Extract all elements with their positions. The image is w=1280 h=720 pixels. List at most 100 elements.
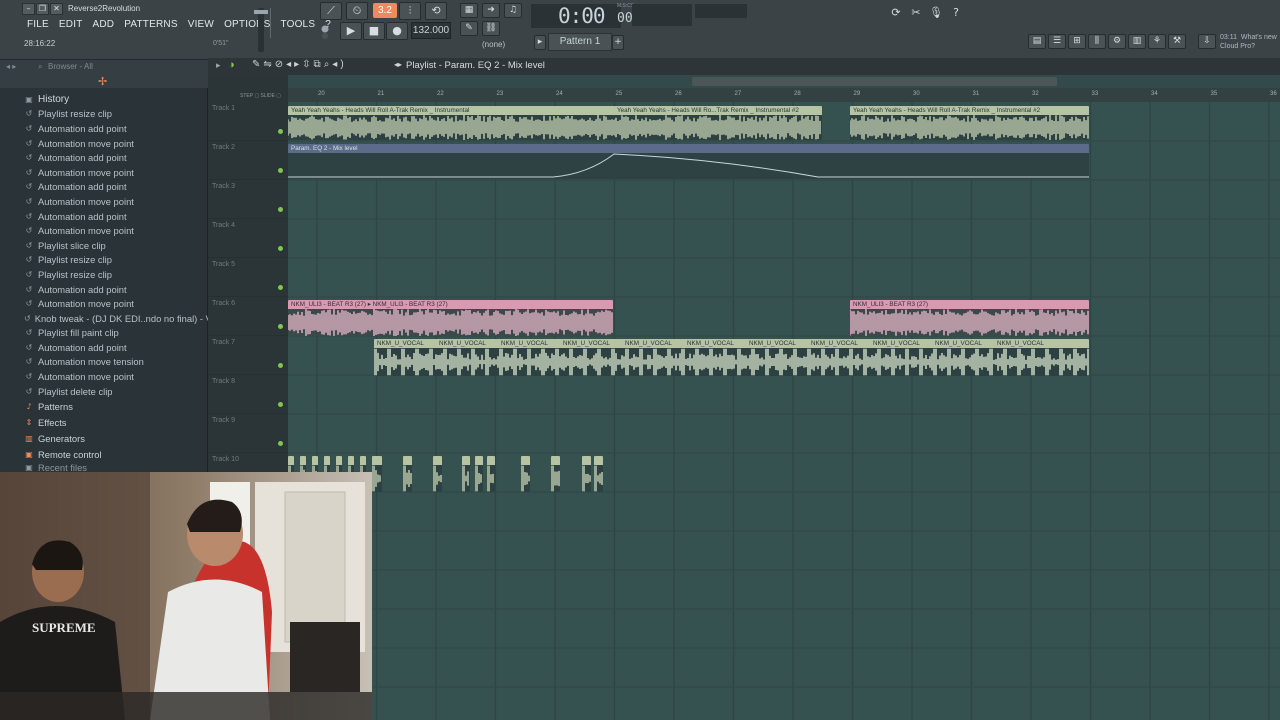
arrow-icon[interactable]: ▸ — [216, 60, 221, 71]
history-item[interactable]: ↺ Playlist resize clip — [0, 107, 208, 122]
snap-selector[interactable]: (none) — [482, 40, 505, 49]
menu-file[interactable]: FILE — [22, 17, 54, 33]
playlist-view-icon[interactable]: ▤ — [1028, 34, 1046, 49]
blend-notes-icon[interactable]: ⫶ — [399, 2, 421, 20]
link-icon[interactable]: ⛓ — [482, 21, 500, 36]
help-icon[interactable]: ? — [945, 5, 967, 23]
track-header[interactable]: Track 6 — [208, 297, 288, 336]
master-volume-slider[interactable] — [258, 8, 264, 52]
short-clip-track10[interactable] — [462, 456, 470, 492]
track-header[interactable]: Track 2 — [208, 141, 288, 180]
track-header[interactable]: Track 5 — [208, 258, 288, 297]
track-header[interactable]: Track 1 — [208, 102, 288, 141]
track-mute-led[interactable] — [278, 168, 283, 173]
browser-folder-generators[interactable]: ▥ Generators — [0, 430, 208, 446]
news-panel[interactable]: 03:11 What's new Cloud Pro? — [1220, 33, 1280, 51]
short-clip-track10[interactable] — [551, 456, 560, 492]
audio-clip-track1-c[interactable]: Yeah Yeah Yeahs - Heads Will Roll A-Trak… — [850, 106, 1089, 140]
menu-tools[interactable]: TOOLS — [275, 17, 320, 33]
audio-clip-track1-b[interactable]: Yeah Yeah Yeahs - Heads Will Ro...Trak R… — [614, 106, 822, 140]
song-time-display[interactable]: 0:00 — [531, 4, 621, 28]
search-icon[interactable]: ⌕ — [38, 62, 42, 72]
recent-files-folder[interactable]: ▣ Recent files — [0, 462, 208, 472]
mixer-icon[interactable]: ⫼ — [1088, 34, 1106, 49]
channel-rack-icon[interactable]: ☰ — [1048, 34, 1066, 49]
track-header[interactable]: Track 7 — [208, 336, 288, 375]
short-clip-track10[interactable] — [521, 456, 530, 492]
restore-icon[interactable]: ❐ — [36, 3, 49, 15]
record-button[interactable]: ● — [386, 22, 408, 40]
metronome-icon[interactable]: ⟋ — [320, 2, 342, 20]
snap-magnet-icon[interactable]: ◑ — [228, 59, 235, 71]
track-mute-led[interactable] — [278, 441, 283, 446]
short-clip-track10[interactable] — [475, 456, 483, 492]
stop-button[interactable]: ■ — [363, 22, 385, 40]
track-header[interactable]: Track 8 — [208, 375, 288, 414]
short-clip-track10[interactable] — [372, 456, 382, 492]
history-item[interactable]: ↺ Automation add point — [0, 180, 208, 195]
wait-record-icon[interactable]: ⏲ — [346, 2, 368, 20]
history-item[interactable]: ↺ Knob tweak - (DJ DK EDI..ndo no final) … — [0, 311, 208, 326]
minimize-icon[interactable]: – — [22, 3, 35, 15]
history-item[interactable]: ↺ Automation add point — [0, 340, 208, 355]
short-clip-track10[interactable] — [594, 456, 603, 492]
plugin-icon[interactable]: ⚙ — [1108, 34, 1126, 49]
browser-folder-patterns[interactable]: ♪ Patterns — [0, 398, 208, 414]
history-item[interactable]: ↺ Automation add point — [0, 150, 208, 165]
short-clip-track10[interactable] — [487, 456, 495, 492]
track-header[interactable]: Track 4 — [208, 219, 288, 258]
history-item[interactable]: ↺ Playlist resize clip — [0, 253, 208, 268]
history-item[interactable]: ↺ Automation move point — [0, 223, 208, 238]
tempo-display[interactable]: 132.000 — [411, 22, 451, 39]
plugin-database-icon[interactable]: ⚘ — [1148, 34, 1166, 49]
history-item[interactable]: ↺ Automation move point — [0, 296, 208, 311]
master-pitch-slider[interactable] — [270, 8, 280, 38]
history-item[interactable]: ↺ Automation move point — [0, 136, 208, 151]
play-button[interactable]: ▶ — [340, 22, 362, 40]
browser-title[interactable]: Browser - All — [48, 62, 93, 71]
pattern-song-toggle[interactable] — [318, 23, 332, 41]
short-clip-track10[interactable] — [582, 456, 591, 492]
menu-edit[interactable]: EDIT — [54, 17, 88, 33]
beat-clip-track6-a[interactable]: NKM_ULI3 - BEAT R3 (27) ▸ NKM_ULI3 - BEA… — [288, 300, 613, 336]
pattern-selector[interactable]: Pattern 1 — [548, 33, 612, 51]
vocal-clip-track7[interactable]: NKM_U_VOCAL NKM_U_VOCAL NKM_U_VOCAL NKM_U_V… — [374, 339, 1089, 376]
browser-folder-remote-control[interactable]: ▣ Remote control — [0, 446, 208, 462]
pencil-icon[interactable]: ✎ — [460, 21, 478, 36]
horizontal-scrollbar[interactable] — [692, 77, 1057, 86]
download-icon[interactable]: ⇩ — [1198, 34, 1216, 49]
menu-patterns[interactable]: PATTERNS — [119, 17, 182, 33]
pattern-prev-icon[interactable]: ▸ — [534, 35, 546, 50]
history-item[interactable]: ↺ Playlist fill paint clip — [0, 326, 208, 341]
menu-options[interactable]: OPTIONS — [219, 17, 275, 33]
menu-view[interactable]: VIEW — [183, 17, 219, 33]
playlist-grid[interactable]: Yeah Yeah Yeahs - Heads Will Roll A-Trak… — [288, 102, 1280, 720]
history-item[interactable]: ↺ Automation move point — [0, 165, 208, 180]
piano-roll-icon[interactable]: ⊞ — [1068, 34, 1086, 49]
snap-icon[interactable]: ✢ — [98, 75, 107, 88]
history-item[interactable]: ↺ Automation add point — [0, 282, 208, 297]
history-item[interactable]: ↺ Automation add point — [0, 121, 208, 136]
track-mute-led[interactable] — [278, 402, 283, 407]
loop-record-icon[interactable]: ⟲ — [425, 2, 447, 20]
keyboard-icon[interactable]: ▦ — [460, 3, 478, 18]
audio-clip-track1-a[interactable]: Yeah Yeah Yeahs - Heads Will Roll A-Trak… — [288, 106, 621, 140]
browser-arrows-icon[interactable]: ◂ ▸ — [6, 62, 16, 71]
pattern-add-icon[interactable]: + — [612, 35, 624, 50]
history-folder[interactable]: ▣ History — [0, 92, 208, 107]
history-item[interactable]: ↺ Playlist slice clip — [0, 238, 208, 253]
playlist-menu-icon[interactable]: ◂▸ — [394, 60, 402, 69]
close-icon[interactable]: ✕ — [50, 3, 63, 15]
bell-icon[interactable]: ♫ — [504, 3, 522, 18]
arrow-right-icon[interactable]: ➜ — [482, 3, 500, 18]
track-mute-led[interactable] — [278, 363, 283, 368]
history-item[interactable]: ↺ Playlist delete clip — [0, 384, 208, 399]
microphone-icon[interactable]: 🎙 — [925, 5, 947, 23]
history-item[interactable]: ↺ Playlist resize clip — [0, 267, 208, 282]
tool-icons[interactable]: ✎⇋⊘◂▸⇳⧉⌕◂) — [252, 59, 347, 70]
master-volume-handle[interactable] — [254, 10, 268, 14]
track-header[interactable]: Track 3 — [208, 180, 288, 219]
beat-clip-track6-b[interactable]: NKM_ULI3 - BEAT R3 (27) — [850, 300, 1089, 336]
track-mute-led[interactable] — [278, 207, 283, 212]
track-mute-led[interactable] — [278, 129, 283, 134]
